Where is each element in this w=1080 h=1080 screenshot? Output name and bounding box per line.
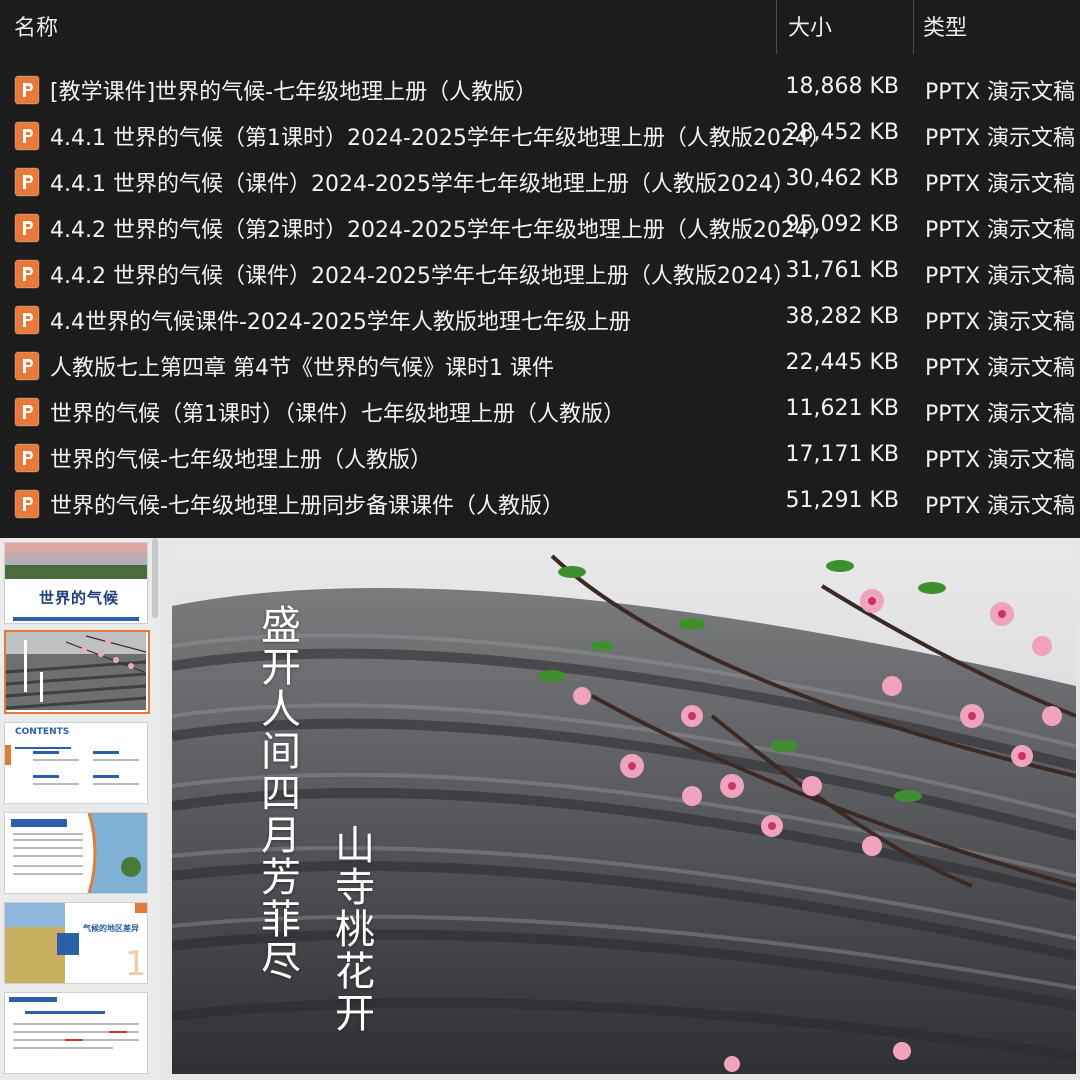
file-type: PPTX 演示文稿 [925,264,1076,289]
pptx-file-icon [14,121,40,151]
file-name: 4.4.2 世界的气候（第2课时）2024-2025学年七年级地理上册（人教版2… [50,218,831,243]
slide-thumbnail-5[interactable]: 1 气候的地区差异 [4,902,148,984]
file-row[interactable]: 4.4.1 世界的气候（课件）2024-2025学年七年级地理上册（人教版202… [0,160,1080,204]
file-row[interactable]: 世界的气候-七年级地理上册同步备课课件（人教版） 51,291 KB PPTX 演示… [0,482,1080,526]
file-size: 22,445 KB [785,350,900,375]
file-name: 4.4.1 世界的气候（课件）2024-2025学年七年级地理上册（人教版202… [50,172,795,197]
file-type: PPTX 演示文稿 [925,310,1076,335]
file-explorer: ⌃ 名称 大小 类型 [教学课件]世界的气候-七年级地理上册（人教版） 18,86… [0,0,1080,538]
column-divider[interactable] [776,0,777,54]
file-type: PPTX 演示文稿 [925,126,1076,151]
slide-5-title: 气候的地区差异 [83,924,139,933]
file-row[interactable]: 世界的气候（第1课时）（课件）七年级地理上册（人教版） 11,621 KB PPTX… [0,390,1080,434]
slide-2-preview [6,632,147,710]
column-header-row: ⌃ 名称 大小 类型 [0,0,1080,54]
slide-thumbnail-2[interactable] [4,630,150,714]
slide-thumbnail-4[interactable] [4,812,148,894]
peach-blossom-roof-photo [172,546,1076,1074]
pptx-file-icon [14,167,40,197]
file-name: 世界的气候-七年级地理上册同步备课课件（人教版） [50,494,564,519]
file-type: PPTX 演示文稿 [925,218,1076,243]
column-header-name[interactable]: 名称 [14,10,58,42]
pptx-file-icon [14,213,40,243]
pptx-file-icon [14,397,40,427]
pptx-file-icon [14,259,40,289]
column-header-size[interactable]: 大小 [788,10,832,42]
file-size: 31,761 KB [785,258,900,283]
file-name: 4.4.1 世界的气候（第1课时）2024-2025学年七年级地理上册（人教版2… [50,126,831,151]
poem-line-2[interactable]: 山寺桃花开 [328,824,374,1034]
file-type: PPTX 演示文稿 [925,494,1076,519]
slide-thumbnail-panel: 世界的气候 CONTENTS 1 气候的地区差异 [0,538,160,1080]
file-size: 17,171 KB [785,442,900,467]
file-size: 95,092 KB [785,212,900,237]
poem-line-1[interactable]: 盛开人间四月芳菲尽 [254,604,300,982]
file-row[interactable]: 世界的气候-七年级地理上册（人教版） 17,171 KB PPTX 演示文稿 [0,436,1080,480]
column-header-type[interactable]: 类型 [923,10,967,42]
slide-thumbnail-1[interactable]: 世界的气候 [4,542,148,624]
file-type: PPTX 演示文稿 [925,402,1076,427]
pptx-file-icon [14,489,40,519]
thumbnail-scrollbar[interactable] [152,538,158,618]
powerpoint-window: 世界的气候 CONTENTS 1 气候的地区差异 盛开人间四月芳菲尽 山寺桃花开 [0,538,1080,1080]
slide-thumbnail-3[interactable]: CONTENTS [4,722,148,804]
column-divider[interactable] [913,0,914,54]
pptx-file-icon [14,443,40,473]
file-name: 4.4世界的气候课件-2024-2025学年人教版地理七年级上册 [50,310,631,335]
file-size: 51,291 KB [785,488,900,513]
slide-5-preview: 1 [5,903,147,983]
file-type: PPTX 演示文稿 [925,448,1076,473]
file-row[interactable]: [教学课件]世界的气候-七年级地理上册（人教版） 18,868 KB PPTX 演示… [0,68,1080,112]
slide-3-title: CONTENTS [15,727,70,737]
file-name: 世界的气候-七年级地理上册（人教版） [50,448,432,473]
slide-canvas[interactable]: 盛开人间四月芳菲尽 山寺桃花开 [172,546,1076,1074]
file-row[interactable]: 人教版七上第四章 第4节《世界的气候》课时1 课件 22,445 KB PPTX 演… [0,344,1080,388]
file-row[interactable]: 4.4.2 世界的气候（课件）2024-2025学年七年级地理上册（人教版202… [0,252,1080,296]
file-name: 4.4.2 世界的气候（课件）2024-2025学年七年级地理上册（人教版202… [50,264,795,289]
file-size: 30,462 KB [785,166,900,191]
file-row[interactable]: 4.4.2 世界的气候（第2课时）2024-2025学年七年级地理上册（人教版2… [0,206,1080,250]
file-row[interactable]: 4.4世界的气候课件-2024-2025学年人教版地理七年级上册 38,282 K… [0,298,1080,342]
svg-text:1: 1 [125,944,147,983]
slide-4-preview [11,813,147,893]
file-name: 人教版七上第四章 第4节《世界的气候》课时1 课件 [50,356,554,381]
pptx-file-icon [14,351,40,381]
file-name: 世界的气候（第1课时）（课件）七年级地理上册（人教版） [50,402,625,427]
file-type: PPTX 演示文稿 [925,80,1076,105]
file-size: 28,452 KB [785,120,900,145]
file-row[interactable]: 4.4.1 世界的气候（第1课时）2024-2025学年七年级地理上册（人教版2… [0,114,1080,158]
file-type: PPTX 演示文稿 [925,172,1076,197]
file-size: 38,282 KB [785,304,900,329]
file-name: [教学课件]世界的气候-七年级地理上册（人教版） [50,80,538,105]
slide-1-title: 世界的气候 [39,589,120,607]
slide-thumbnail-6[interactable] [4,992,148,1074]
slide-1-preview [5,543,147,623]
slide-6-preview [9,997,139,1049]
pptx-file-icon [14,75,40,105]
file-type: PPTX 演示文稿 [925,356,1076,381]
pptx-file-icon [14,305,40,335]
file-size: 11,621 KB [785,396,900,421]
file-size: 18,868 KB [785,74,900,99]
sort-up-icon[interactable]: ⌃ [383,0,395,8]
